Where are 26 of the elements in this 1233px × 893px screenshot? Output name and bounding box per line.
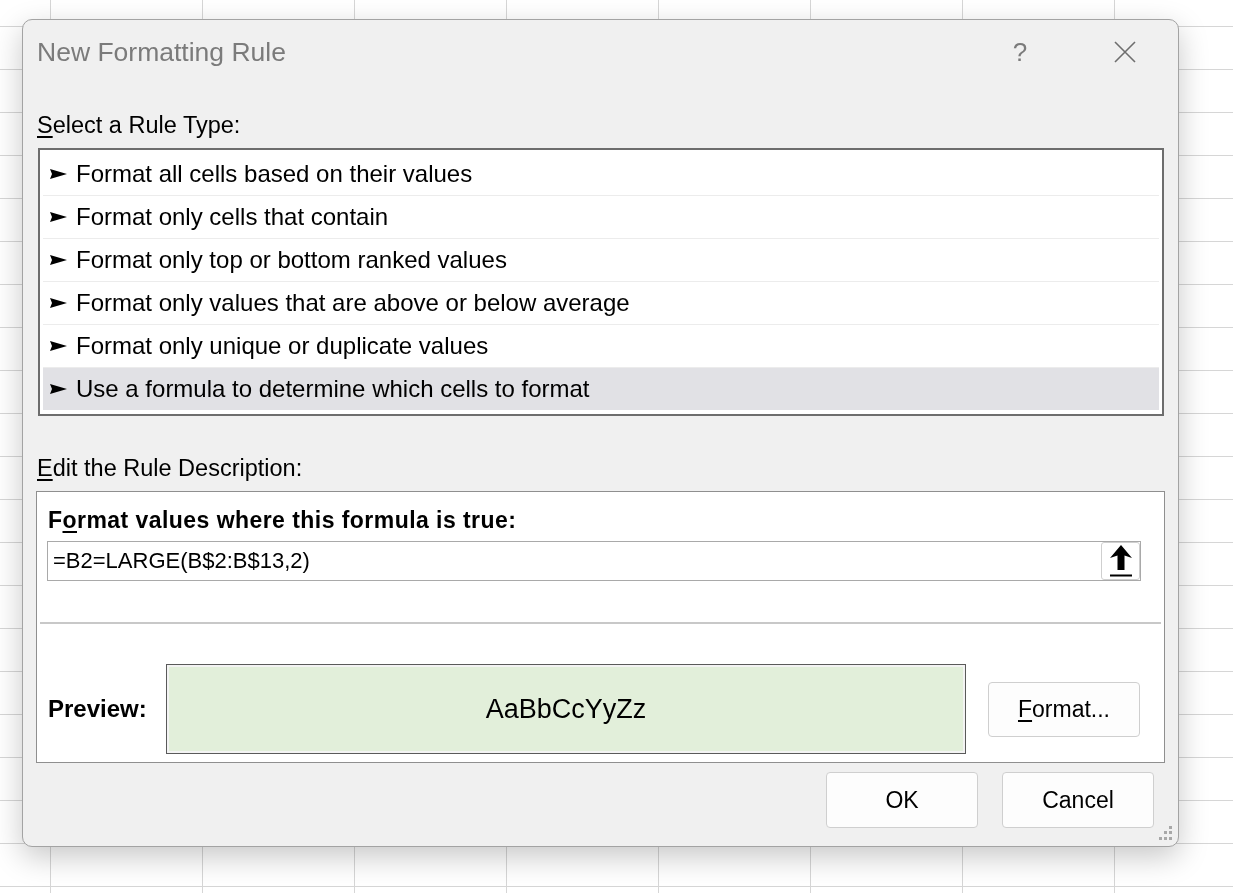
close-icon [1114,41,1136,63]
triangle-icon [50,298,67,308]
window-title: New Formatting Rule [37,36,286,68]
triangle-icon [50,255,67,265]
rule-type-option[interactable]: Format only top or bottom ranked values [43,239,1159,282]
triangle-icon [50,212,67,222]
triangle-icon [50,384,67,394]
formula-label: Format values where this formula is true: [48,507,517,533]
collapse-button[interactable] [1101,542,1140,580]
cancel-button[interactable]: Cancel [1002,772,1154,828]
section-label: Edit the Rule Description: [37,454,303,482]
arrow-up-icon [1108,545,1133,577]
format-preview: AaBbCcYyZz [166,664,966,754]
triangle-icon [50,341,67,351]
preview-label: Preview: [48,695,147,722]
rule-type-option[interactable]: Format only values that are above or below average [43,282,1159,325]
triangle-icon [50,169,67,179]
rule-type-option[interactable]: Format all cells based on their values [43,153,1159,196]
resize-grip-icon[interactable] [1158,826,1172,840]
ok-button[interactable]: OK [826,772,978,828]
format-button[interactable]: Format... [988,681,1140,737]
formula-field[interactable]: =B2=LARGE(B$2:B$13,2) [47,541,1141,581]
rule-type-option[interactable]: Format only cells that contain [43,196,1159,239]
rule-type-option[interactable]: Use a formula to determine which cells to format [43,368,1159,410]
section-label: Select a Rule Type: [37,111,241,139]
help-button[interactable]: ? [995,30,1045,74]
